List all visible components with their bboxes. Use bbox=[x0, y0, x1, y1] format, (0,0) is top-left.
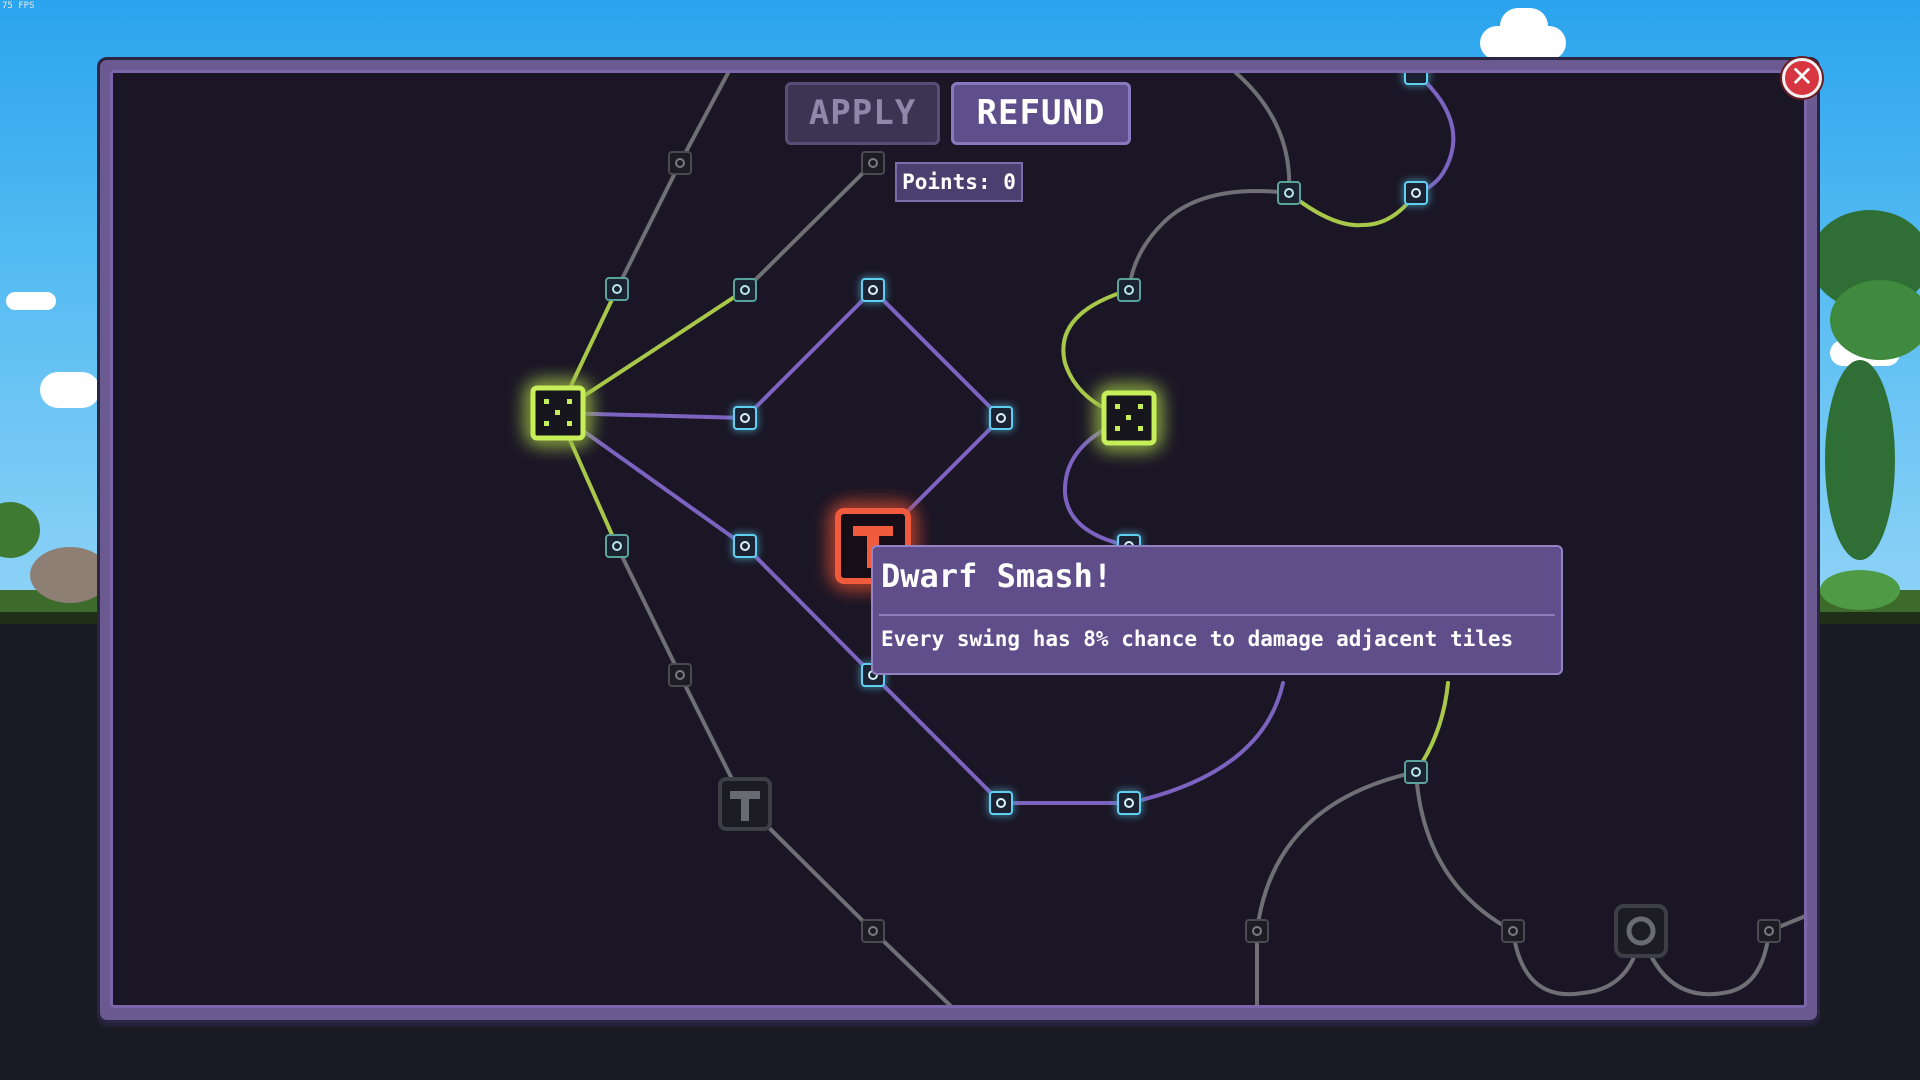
skill-tree-graph[interactable] bbox=[113, 73, 1807, 1008]
skill-major-node-locked[interactable] bbox=[718, 777, 772, 831]
path-locked bbox=[615, 161, 682, 291]
apply-button[interactable]: APPLY bbox=[785, 82, 940, 145]
path-locked bbox=[871, 929, 953, 1005]
path-locked bbox=[678, 73, 730, 165]
path-locked bbox=[743, 161, 875, 292]
skill-node-available[interactable] bbox=[605, 277, 629, 301]
skill-node-available[interactable] bbox=[605, 534, 629, 558]
tooltip-divider bbox=[879, 614, 1555, 616]
path-unlocked bbox=[743, 288, 875, 420]
skill-node-available[interactable] bbox=[1117, 278, 1141, 302]
tooltip-description: Every swing has 8% chance to damage adja… bbox=[881, 627, 1514, 651]
path-unlocked bbox=[1127, 681, 1285, 805]
skill-hub-node-active[interactable] bbox=[530, 385, 586, 441]
skill-tooltip: Dwarf Smash! Every swing has 8% chance t… bbox=[871, 545, 1563, 675]
skill-node-locked[interactable] bbox=[668, 151, 692, 175]
skill-node-unlocked[interactable] bbox=[1404, 181, 1428, 205]
path-unlocked bbox=[871, 288, 1003, 420]
points-counter: Points: 0 bbox=[895, 162, 1023, 202]
skill-major-node-locked[interactable] bbox=[1614, 904, 1668, 958]
skill-node-unlocked[interactable] bbox=[989, 791, 1013, 815]
path-locked bbox=[1414, 770, 1515, 933]
path-locked bbox=[1234, 73, 1292, 195]
left-tree-canopy bbox=[0, 502, 40, 558]
path-locked bbox=[615, 544, 682, 677]
tooltip-title: Dwarf Smash! bbox=[881, 557, 1113, 595]
right-bush bbox=[1820, 570, 1900, 610]
skill-node-available[interactable] bbox=[1404, 760, 1428, 784]
skill-node-unlocked[interactable] bbox=[1404, 73, 1428, 85]
path-active bbox=[1287, 191, 1418, 228]
right-tree-canopy bbox=[1825, 360, 1895, 560]
skill-node-unlocked[interactable] bbox=[861, 278, 885, 302]
skill-node-locked[interactable] bbox=[668, 663, 692, 687]
path-locked bbox=[1127, 189, 1291, 292]
skill-node-available[interactable] bbox=[1277, 181, 1301, 205]
close-icon: ✕ bbox=[1790, 60, 1814, 93]
skill-node-locked[interactable] bbox=[1757, 919, 1781, 943]
path-unlocked bbox=[871, 673, 1003, 805]
path-active bbox=[1414, 681, 1450, 774]
skill-node-locked[interactable] bbox=[1245, 919, 1269, 943]
skill-node-available[interactable] bbox=[733, 278, 757, 302]
skill-hub-node-active[interactable] bbox=[1101, 390, 1157, 446]
skill-node-unlocked[interactable] bbox=[733, 534, 757, 558]
skill-node-locked[interactable] bbox=[861, 919, 885, 943]
skill-node-unlocked[interactable] bbox=[733, 406, 757, 430]
close-button[interactable]: ✕ bbox=[1782, 58, 1822, 98]
skill-node-locked[interactable] bbox=[1501, 919, 1525, 943]
fps-counter: 75 FPS bbox=[2, 1, 35, 11]
skill-node-locked[interactable] bbox=[861, 151, 885, 175]
skill-node-unlocked[interactable] bbox=[989, 406, 1013, 430]
path-unlocked bbox=[1414, 73, 1456, 195]
refund-button[interactable]: REFUND bbox=[951, 82, 1131, 145]
path-unlocked bbox=[556, 411, 747, 420]
skill-node-unlocked[interactable] bbox=[1117, 791, 1141, 815]
skill-tree-canvas[interactable] bbox=[110, 70, 1807, 1008]
path-locked bbox=[1255, 770, 1418, 933]
